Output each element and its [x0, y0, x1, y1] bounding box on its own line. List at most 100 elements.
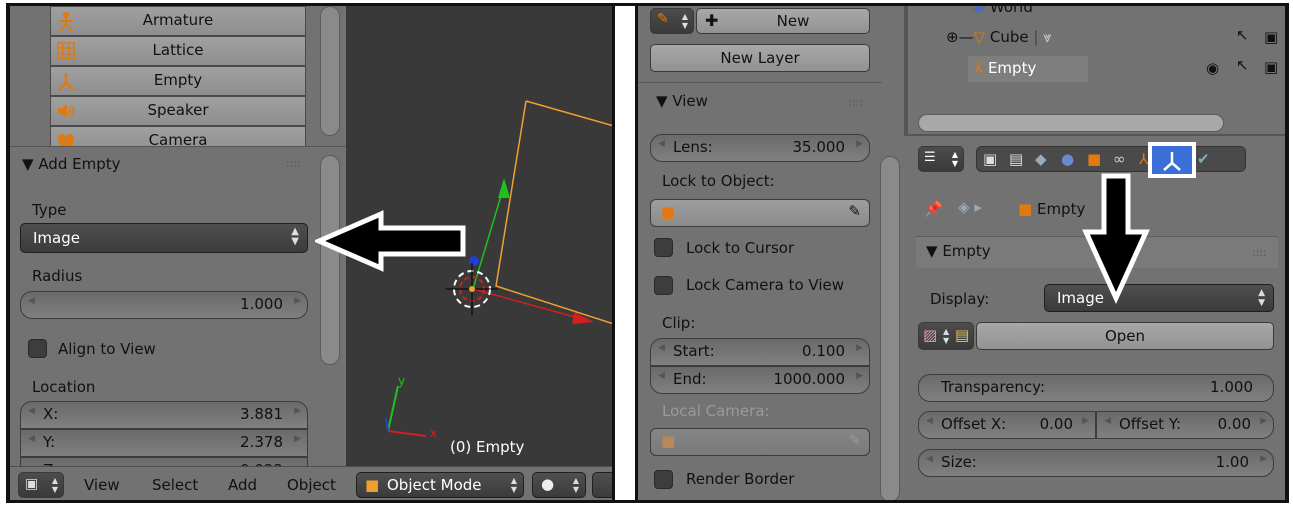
open-button[interactable]: Open [976, 322, 1274, 350]
clip-start-field[interactable]: ◀ Start: 0.100 ▶ [650, 338, 870, 366]
separator [614, 0, 636, 506]
render-icon[interactable]: ▣ [1264, 58, 1278, 76]
display-label: Display: [930, 290, 990, 308]
increment-icon[interactable]: ▶ [856, 139, 863, 149]
lock-object-field[interactable]: ■ ✎ [650, 199, 870, 227]
lens-field[interactable]: ◀ Lens: 35.000 ▶ [650, 134, 870, 162]
menu-item-speaker[interactable]: Speaker [50, 96, 306, 126]
radius-field[interactable]: ◀ 1.000 ▶ [20, 291, 308, 319]
pin-icon[interactable]: 📌 [924, 200, 943, 218]
add-menu: Armature Lattice Empty Speaker Camera [50, 6, 306, 156]
outliner-scrollbar[interactable] [918, 114, 1224, 132]
align-to-view-checkbox[interactable] [28, 339, 47, 358]
location-y-field[interactable]: ◀ Y: 2.378 ▶ [20, 429, 308, 457]
eyedropper-icon: ✎ [848, 431, 861, 449]
view-panel-title[interactable]: ▼ View [656, 92, 708, 110]
layers-tab-icon[interactable]: ▤ [1009, 150, 1023, 168]
cube-icon: ▣ [25, 476, 39, 492]
display-dropdown[interactable]: Image ▲ ▼ [1044, 284, 1274, 312]
size-field[interactable]: ◀ Size: 1.00 ▶ [918, 449, 1274, 477]
dropdown-arrows-icon: ▲ ▼ [1258, 288, 1265, 308]
outliner-cube[interactable]: ⊕—▽ Cube | ⩔ [946, 28, 1052, 46]
data-tab-highlight[interactable] [1148, 142, 1196, 178]
frame-right [1285, 4, 1289, 502]
decrement-icon[interactable]: ◀ [926, 416, 933, 426]
editor-type-button[interactable]: ▣ ▲ ▼ [18, 472, 64, 498]
viewport-header: ▣ ▲ ▼ View Select Add Object ■ Object Mod… [10, 466, 614, 502]
empty-panel-title[interactable]: ▼ Empty [926, 242, 991, 260]
increment-icon[interactable]: ▶ [294, 434, 301, 444]
breadcrumb: ■ Empty [1018, 200, 1086, 218]
object-tab-icon[interactable]: ■ [1087, 150, 1101, 168]
eyedropper-icon[interactable]: ✎ [848, 202, 861, 220]
decrement-icon[interactable]: ◀ [658, 139, 665, 149]
lock-camera-checkbox[interactable] [654, 276, 673, 295]
constraints-tab-icon[interactable]: ∞ [1113, 150, 1126, 168]
menu-select[interactable]: Select [152, 476, 198, 494]
increment-icon[interactable]: ▶ [294, 296, 301, 306]
properties-editor-type[interactable]: ☰ ▲ ▼ [918, 146, 964, 172]
decrement-icon[interactable]: ◀ [658, 343, 665, 353]
menu-item-lattice[interactable]: Lattice [50, 36, 306, 66]
middle-scrollbar[interactable] [880, 156, 900, 502]
new-button[interactable]: ✚ New [696, 8, 870, 34]
increment-icon[interactable]: ▶ [1082, 416, 1089, 426]
menu-item-empty[interactable]: Empty [50, 66, 306, 96]
menu-add[interactable]: Add [228, 476, 257, 494]
panel-grip[interactable]: :::: [286, 157, 301, 170]
decrement-icon[interactable]: ◀ [658, 371, 665, 381]
decrement-icon[interactable]: ◀ [1104, 416, 1111, 426]
offset-y-field[interactable]: ◀ Offset Y: 0.00 ▶ [1096, 411, 1274, 439]
type-dropdown[interactable]: Image ▲ ▼ [20, 223, 308, 253]
speaker-icon [58, 104, 75, 118]
visibility-icon[interactable]: ◉ [1206, 59, 1219, 77]
clip-label: Clip: [662, 314, 696, 332]
decrement-icon[interactable]: ◀ [28, 406, 35, 416]
menu-item-armature[interactable]: Armature [50, 6, 306, 36]
render-icon[interactable]: ▣ [1264, 28, 1278, 46]
increment-icon[interactable]: ▶ [856, 343, 863, 353]
menu-scrollbar[interactable] [320, 6, 340, 136]
pivot-dropdown[interactable] [592, 472, 614, 498]
decrement-icon[interactable]: ◀ [28, 434, 35, 444]
local-camera-field: ■ ✎ [650, 428, 870, 456]
decrement-icon[interactable]: ◀ [926, 454, 933, 464]
image-browse-button[interactable]: ▨ ▲ ▼ ▤ [918, 322, 974, 350]
select-icon[interactable]: ↖ [1236, 56, 1249, 74]
data-tab-icon[interactable]: ⅄ [1139, 150, 1148, 168]
increment-icon[interactable]: ▶ [1260, 416, 1267, 426]
panel-grip[interactable]: :::: [1252, 246, 1267, 259]
pencil-icon: ✎ [657, 11, 669, 27]
increment-icon[interactable]: ▶ [1260, 454, 1267, 464]
render-border-checkbox[interactable] [654, 470, 673, 489]
dropdown-arrows-icon: ▲ ▼ [291, 226, 299, 247]
menu-object[interactable]: Object [287, 476, 336, 494]
annotation-arrow-down [1082, 173, 1150, 304]
offset-x-field[interactable]: ◀ Offset X: 0.00 ▶ [918, 411, 1096, 439]
new-layer-button[interactable]: New Layer [650, 44, 870, 72]
transparency-field[interactable]: Transparency: 1.000 [918, 374, 1274, 402]
world-tab-icon[interactable]: ● [1061, 150, 1074, 168]
lattice-icon [57, 42, 75, 60]
mesh-icon: ▽ [973, 28, 986, 46]
increment-icon[interactable]: ▶ [856, 371, 863, 381]
menu-view[interactable]: View [84, 476, 120, 494]
location-x-field[interactable]: ◀ X: 3.881 ▶ [20, 401, 308, 429]
mode-dropdown[interactable]: ■ Object Mode ▲ ▼ [356, 472, 524, 498]
dropdown-arrows-icon: ▲ ▼ [681, 12, 688, 30]
decrement-icon[interactable]: ◀ [28, 296, 35, 306]
panel-title[interactable]: ▼ Add Empty [22, 155, 121, 173]
render-tab-icon[interactable]: ▣ [983, 150, 997, 168]
select-icon[interactable]: ↖ [1236, 26, 1249, 44]
lock-cursor-checkbox[interactable] [654, 238, 673, 257]
increment-icon[interactable]: ▶ [294, 406, 301, 416]
outliner-world[interactable]: ◉ World [972, 6, 1033, 16]
annotation-arrow-left [315, 210, 466, 272]
scene-tab-icon[interactable]: ◆ [1035, 150, 1047, 168]
shading-dropdown[interactable]: ● ▲ ▼ [532, 472, 586, 498]
panel-grip[interactable]: :::: [848, 96, 863, 109]
physics-tab-icon[interactable]: ✔ [1197, 150, 1210, 168]
outliner-empty[interactable]: ⅄ Empty [974, 59, 1036, 77]
clip-end-field[interactable]: ◀ End: 1000.000 ▶ [650, 366, 870, 394]
pencil-dropdown[interactable]: ✎ ▲ ▼ [650, 8, 694, 34]
